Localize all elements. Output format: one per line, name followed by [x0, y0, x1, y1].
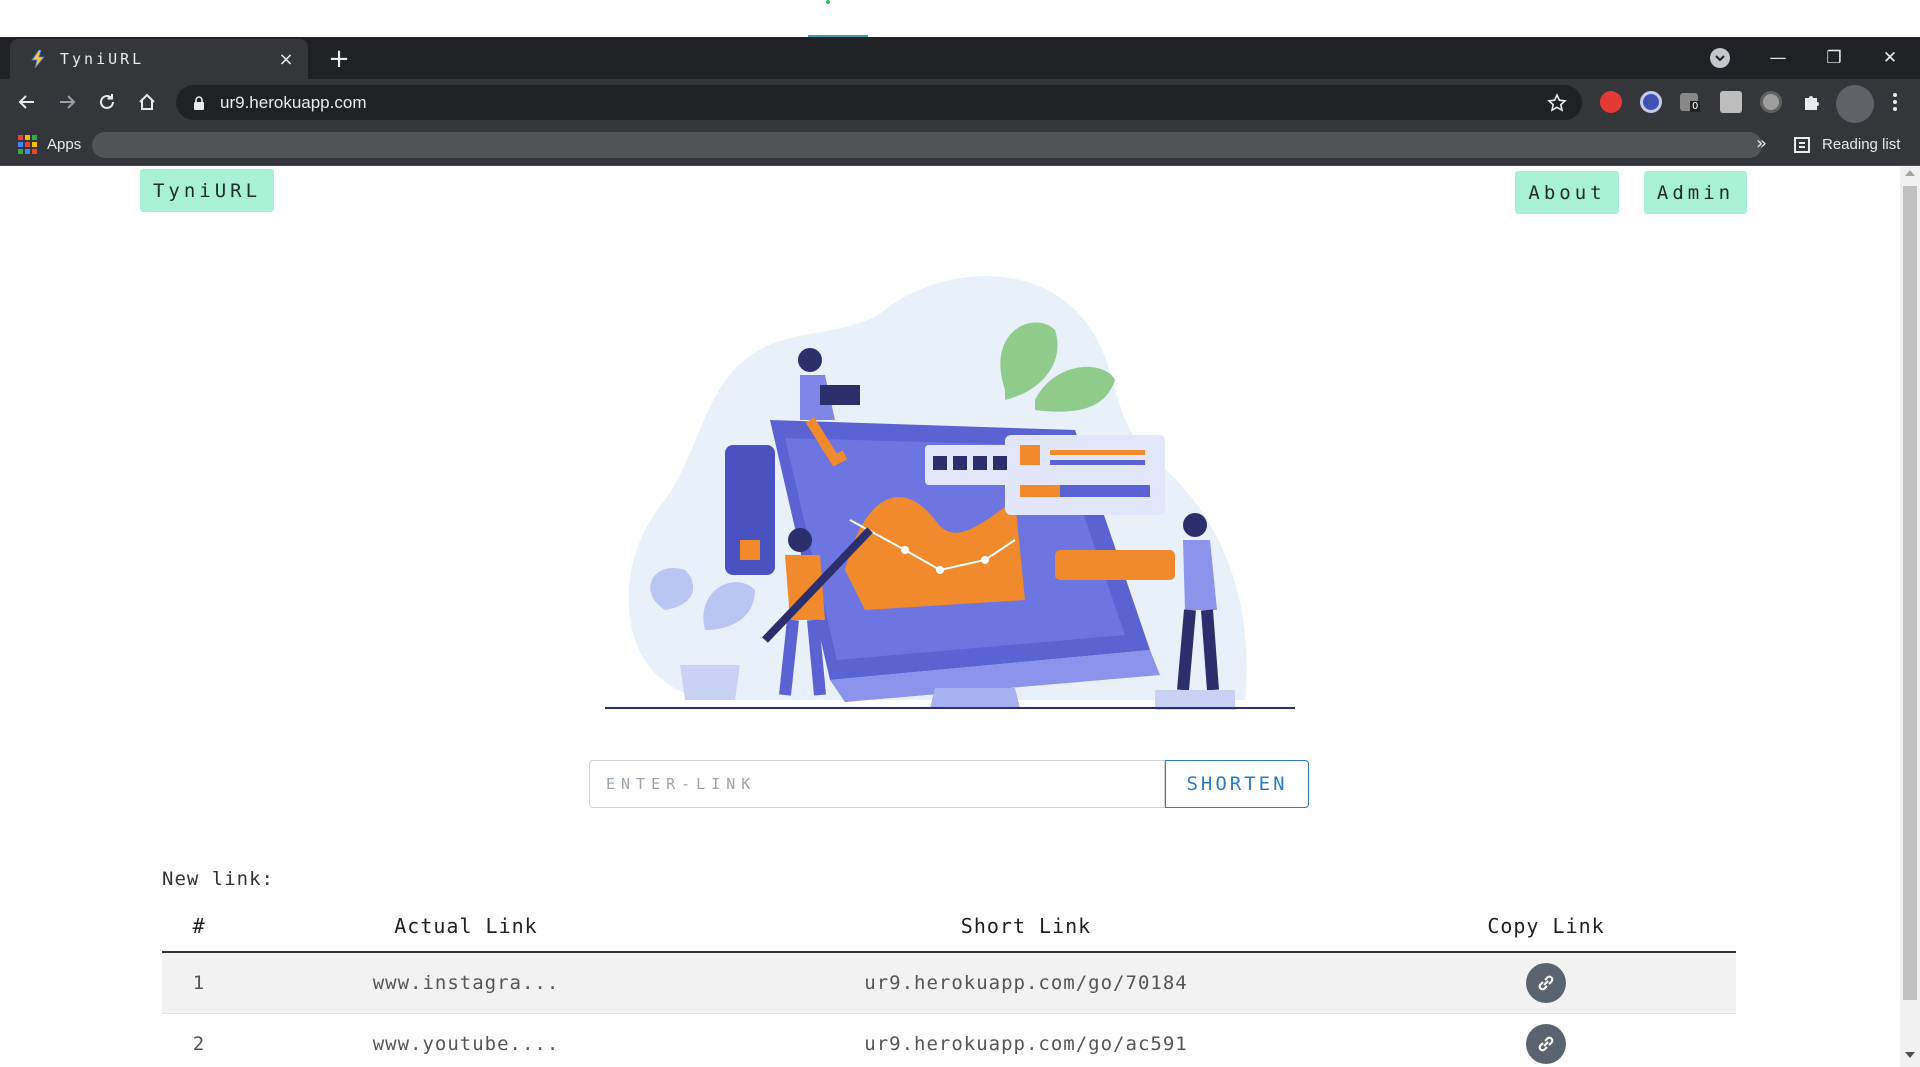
tab-search-icon[interactable] [1710, 48, 1730, 68]
lightning-icon [28, 49, 48, 69]
blurred-bookmarks [92, 132, 1762, 158]
copy-link-cell [1356, 1013, 1736, 1067]
page-scrollbar[interactable] [1900, 166, 1920, 1067]
brand-logo-button[interactable]: TyniURL [140, 169, 274, 212]
apps-grid-icon [18, 135, 37, 154]
short-link-cell[interactable]: ur9.herokuapp.com/go/70184 [696, 952, 1356, 1014]
bookmarks-overflow-icon[interactable]: » [1756, 133, 1767, 154]
scroll-up-arrow-icon[interactable] [1905, 170, 1915, 176]
menu-icon[interactable] [1880, 87, 1910, 117]
browser-toolbar: ur9.herokuapp.com 0 [0, 79, 1920, 126]
row-number: 1 [162, 952, 236, 1014]
counter-extension-icon[interactable]: 0 [1680, 93, 1701, 112]
new-link-label: New link: [162, 868, 274, 890]
hero-illustration [605, 276, 1295, 710]
copy-link-icon[interactable] [1526, 1023, 1566, 1064]
col-header-short-link: Short Link [696, 900, 1356, 953]
extension-badge: 0 [1690, 101, 1701, 112]
bookmarks-bar: Apps » Reading list [0, 126, 1920, 166]
col-header-number: # [162, 900, 236, 953]
puzzle-icon[interactable] [1797, 87, 1827, 117]
table-row: 2 www.youtube.... ur9.herokuapp.com/go/a… [162, 1013, 1736, 1067]
profile-avatar[interactable] [1836, 85, 1874, 123]
col-header-copy-link: Copy Link [1356, 900, 1736, 953]
home-icon[interactable] [132, 87, 162, 117]
block-extension-icon[interactable] [1640, 91, 1662, 113]
lock-icon [190, 95, 208, 110]
restore-button[interactable]: ❐ [1806, 37, 1862, 79]
forward-icon[interactable] [52, 87, 82, 117]
minimize-button[interactable]: — [1750, 37, 1806, 79]
tab-title: TyniURL [60, 50, 145, 68]
url-text: ur9.herokuapp.com [220, 92, 367, 112]
top-strip [0, 0, 1920, 37]
shorten-form: SHORTEN [589, 760, 1309, 808]
reload-icon[interactable] [92, 87, 122, 117]
scrollbar-thumb[interactable] [1903, 186, 1917, 1000]
actual-link-cell: www.youtube.... [236, 1013, 696, 1067]
apps-shortcut[interactable]: Apps [18, 135, 81, 154]
copy-link-icon[interactable] [1526, 962, 1566, 1003]
short-link-cell[interactable]: ur9.herokuapp.com/go/ac591 [696, 1013, 1356, 1067]
reading-list-label: Reading list [1822, 136, 1901, 153]
table-header-row: # Actual Link Short Link Copy Link [162, 900, 1736, 953]
admin-button[interactable]: Admin [1644, 171, 1747, 214]
browser-tab-bar: TyniURL × + — ❐ ✕ [0, 37, 1920, 79]
adblock-extension-icon[interactable] [1600, 91, 1622, 113]
close-window-button[interactable]: ✕ [1862, 37, 1918, 79]
back-icon[interactable] [12, 87, 42, 117]
bookmark-star-icon[interactable] [1542, 92, 1572, 113]
page-content: TyniURL About Admin ENTER-LINK SHORTEN N… [0, 166, 1900, 1067]
links-table: # Actual Link Short Link Copy Link 1 www… [162, 900, 1736, 1067]
row-number: 2 [162, 1013, 236, 1067]
shorten-button[interactable]: SHORTEN [1165, 760, 1309, 808]
about-button[interactable]: About [1515, 171, 1619, 214]
col-header-actual-link: Actual Link [236, 900, 696, 953]
copy-link-cell [1356, 952, 1736, 1014]
link-input[interactable] [589, 760, 1165, 808]
dark-mode-extension-icon[interactable] [1760, 91, 1782, 113]
reading-list-button[interactable]: Reading list [1794, 136, 1900, 153]
browser-tab[interactable]: TyniURL × [10, 39, 308, 79]
new-tab-button[interactable]: + [324, 44, 354, 74]
actual-link-cell: www.instagra... [236, 952, 696, 1014]
image-extension-icon[interactable] [1720, 91, 1742, 113]
loading-dot [826, 0, 830, 4]
address-bar[interactable]: ur9.herokuapp.com [176, 85, 1582, 120]
table-row: 1 www.instagra... ur9.herokuapp.com/go/7… [162, 952, 1736, 1014]
scroll-down-arrow-icon[interactable] [1905, 1052, 1915, 1058]
tab-close-icon[interactable]: × [276, 49, 296, 70]
reading-list-icon [1794, 136, 1810, 153]
apps-label: Apps [47, 136, 82, 153]
